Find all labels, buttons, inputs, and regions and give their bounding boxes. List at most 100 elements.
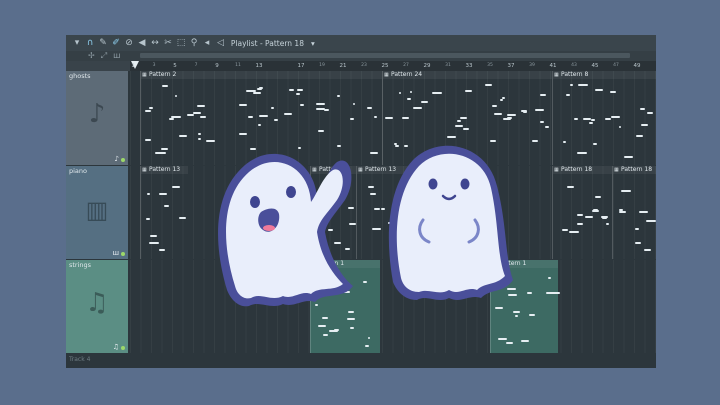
ruler-bar-7[interactable]: 7 bbox=[195, 61, 198, 71]
pattern-clip[interactable]: Pattern 18 bbox=[552, 166, 612, 259]
ruler-bar-3[interactable]: 3 bbox=[153, 61, 156, 71]
note-mark bbox=[460, 116, 468, 119]
note-mark bbox=[506, 114, 516, 117]
note-mark bbox=[605, 222, 609, 225]
ruler-bar-43[interactable]: 43 bbox=[571, 61, 577, 71]
note-mark bbox=[239, 133, 247, 136]
slice-icon[interactable]: ✂ bbox=[163, 36, 173, 50]
playlist-title[interactable]: Playlist - Pattern 18 bbox=[231, 39, 304, 48]
track-header-strings[interactable]: strings ♫ ♫ bbox=[66, 260, 128, 353]
note-mark bbox=[544, 126, 549, 129]
note-mark bbox=[570, 84, 573, 87]
horizontal-scrollbar[interactable] bbox=[140, 53, 630, 58]
ruler-bar-11[interactable]: 11 bbox=[235, 61, 241, 71]
ruler-bar-33[interactable]: 33 bbox=[466, 61, 473, 71]
ruler-bar-41[interactable]: 41 bbox=[550, 61, 557, 71]
ruler-bar-31[interactable]: 31 bbox=[445, 61, 451, 71]
playback-speaker-icon[interactable]: ◁ bbox=[217, 38, 224, 48]
note-mark bbox=[295, 93, 300, 96]
pattern-clip-label: Pattern 18 bbox=[613, 166, 656, 174]
ruler-bar-25[interactable]: 25 bbox=[382, 61, 389, 71]
note-mark bbox=[315, 107, 326, 110]
ruler-bar-49[interactable]: 49 bbox=[634, 61, 641, 71]
track-header-ghosts[interactable]: ghosts ♪ ♪ bbox=[66, 71, 128, 165]
note-mark bbox=[163, 205, 170, 208]
track-header-piano[interactable]: piano ▥ ш bbox=[66, 166, 128, 259]
track-mute-led[interactable] bbox=[121, 158, 125, 162]
pattern-clip-label: Pattern 13 bbox=[141, 166, 188, 174]
select-icon[interactable]: ⬚ bbox=[176, 36, 186, 50]
surprised-ghost-sticker bbox=[218, 153, 353, 307]
note-mark bbox=[407, 97, 412, 100]
note-mark bbox=[513, 311, 520, 314]
note-mark bbox=[539, 94, 547, 97]
ruler-bar-27[interactable]: 27 bbox=[403, 61, 409, 71]
note-mark bbox=[321, 316, 329, 319]
ruler-bar-35[interactable]: 35 bbox=[487, 61, 493, 71]
note-mark bbox=[300, 103, 304, 106]
pattern-clip[interactable]: Pattern 8 bbox=[552, 71, 656, 165]
note-mark bbox=[619, 211, 626, 214]
note-mark bbox=[349, 117, 354, 120]
pattern-clip[interactable]: Pattern 13 bbox=[140, 166, 188, 259]
note-mark bbox=[647, 111, 653, 114]
note-mark bbox=[534, 108, 545, 111]
note-mark bbox=[589, 121, 594, 124]
subbar-tool-icons[interactable]: ✢⤢ш bbox=[88, 51, 126, 61]
timeline-ruler[interactable]: 1 5 9 13 17 21 25 29 33 37 41 45 49 3 7 11 19 23 27 31 35 39 4… bbox=[130, 61, 656, 71]
speaker-icon[interactable]: ◂ bbox=[202, 36, 212, 50]
track-mute-led[interactable] bbox=[121, 346, 125, 350]
note-mark bbox=[193, 112, 201, 115]
ruler-bar-17[interactable]: 17 bbox=[298, 61, 305, 71]
ruler-bar-39[interactable]: 39 bbox=[529, 61, 535, 71]
note-mark bbox=[179, 135, 187, 138]
music-note-small-icon: ♪ bbox=[114, 155, 119, 163]
delete-icon[interactable]: ⊘ bbox=[124, 36, 134, 50]
zoom-icon[interactable]: ⚲ bbox=[189, 36, 199, 50]
note-mark bbox=[347, 317, 355, 320]
ruler-bar-21[interactable]: 21 bbox=[340, 61, 347, 71]
note-mark bbox=[462, 127, 469, 130]
ruler-bar-1[interactable]: 1 bbox=[131, 61, 135, 71]
ruler-bar-45[interactable]: 45 bbox=[592, 61, 599, 71]
note-mark bbox=[514, 315, 519, 318]
note-mark bbox=[527, 291, 532, 294]
track-mute-led[interactable] bbox=[121, 252, 125, 256]
note-mark bbox=[593, 143, 598, 146]
ruler-bar-9[interactable]: 9 bbox=[215, 61, 219, 71]
note-mark bbox=[545, 292, 554, 294]
ruler-bar-5[interactable]: 5 bbox=[173, 61, 177, 71]
ruler-bar-19[interactable]: 19 bbox=[319, 61, 325, 71]
mute-icon[interactable]: ◀ bbox=[137, 36, 147, 50]
note-mark bbox=[635, 241, 641, 244]
brush-icon[interactable]: ✐ bbox=[111, 36, 121, 50]
ruler-bar-23[interactable]: 23 bbox=[361, 61, 367, 71]
note-mark bbox=[594, 88, 603, 91]
chevron-down-icon[interactable]: ▾ bbox=[72, 36, 82, 50]
pattern-clip[interactable]: Pattern 18 bbox=[612, 166, 656, 259]
note-mark bbox=[257, 124, 261, 127]
note-mark bbox=[284, 112, 293, 115]
note-mark bbox=[548, 276, 551, 279]
ruler-bar-47[interactable]: 47 bbox=[613, 61, 619, 71]
pencil-icon[interactable]: ✎ bbox=[98, 36, 108, 50]
ruler-bar-29[interactable]: 29 bbox=[424, 61, 431, 71]
note-mark bbox=[349, 326, 354, 329]
note-mark bbox=[454, 124, 463, 127]
pattern-clip-label: Pattern 8 bbox=[553, 71, 656, 79]
slip-icon[interactable]: ↔ bbox=[150, 36, 160, 50]
note-mark bbox=[352, 102, 355, 105]
ruler-bar-37[interactable]: 37 bbox=[508, 61, 515, 71]
ghost-right-eye bbox=[286, 186, 296, 198]
note-mark bbox=[274, 119, 278, 122]
note-mark bbox=[619, 126, 622, 129]
note-mark bbox=[200, 115, 207, 118]
ghost-right-eye bbox=[460, 178, 470, 190]
track-header-track4[interactable]: Track 4 bbox=[66, 353, 128, 368]
title-dropdown-icon[interactable]: ▾ bbox=[311, 39, 315, 48]
note-mark bbox=[248, 115, 253, 118]
magnet-icon[interactable]: ∩ bbox=[85, 36, 95, 50]
note-mark bbox=[366, 107, 372, 110]
ruler-bar-13[interactable]: 13 bbox=[256, 61, 263, 71]
track-lane-track4[interactable] bbox=[130, 353, 656, 368]
